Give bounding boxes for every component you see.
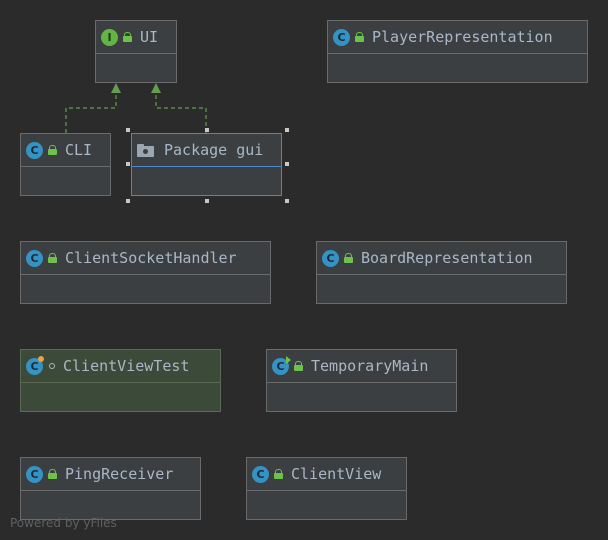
node-client-view[interactable]: C ClientView (246, 457, 407, 520)
interface-icon: I (101, 28, 118, 46)
class-icon: C (26, 465, 43, 483)
node-temporary-main-name: TemporaryMain (311, 357, 429, 375)
node-ui-name: UI (140, 28, 159, 46)
edge-cli-implements-ui (65, 92, 117, 133)
class-icon: C (333, 28, 350, 46)
node-ui-header: I UI (96, 21, 176, 54)
node-temporary-main-header: C TemporaryMain (267, 350, 456, 383)
node-ping-receiver-name: PingReceiver (65, 465, 174, 483)
resize-handle-se[interactable] (285, 199, 289, 203)
node-client-socket-handler-header: C ClientSocketHandler (21, 242, 270, 275)
node-player-representation-name: PlayerRepresentation (372, 28, 553, 46)
resize-handle-s[interactable] (205, 199, 209, 203)
edge-gui-implements-ui (155, 92, 207, 133)
node-board-representation[interactable]: C BoardRepresentation (316, 241, 567, 304)
node-client-view-test-body (21, 383, 220, 411)
test-class-icon: C (26, 355, 44, 375)
node-board-representation-header: C BoardRepresentation (317, 242, 566, 275)
public-lock-icon (355, 32, 364, 42)
class-icon: C (252, 465, 269, 483)
node-client-view-test-name: ClientViewTest (63, 357, 190, 375)
class-icon: C (26, 249, 43, 267)
node-client-view-header: C ClientView (247, 458, 406, 491)
node-package-gui-header: Package gui (132, 134, 281, 167)
node-player-representation[interactable]: C PlayerRepresentation (327, 20, 588, 83)
public-lock-icon (48, 469, 57, 479)
resize-handle-w[interactable] (126, 162, 130, 166)
resize-handle-nw[interactable] (126, 128, 130, 132)
arrowhead-cli-ui (111, 83, 121, 93)
node-ui-body (96, 54, 176, 82)
node-client-view-name: ClientView (291, 465, 382, 483)
node-board-representation-body (317, 275, 566, 303)
node-ping-receiver[interactable]: C PingReceiver (20, 457, 201, 520)
public-lock-icon (48, 145, 57, 155)
arrowhead-gui-ui (151, 83, 161, 93)
node-cli-name: CLI (65, 141, 93, 159)
resize-handle-n[interactable] (205, 128, 209, 132)
public-lock-icon (48, 253, 57, 263)
resize-handle-ne[interactable] (285, 128, 289, 132)
node-client-view-test[interactable]: C ClientViewTest (20, 349, 221, 412)
node-ping-receiver-header: C PingReceiver (21, 458, 200, 491)
node-package-gui-name: Package gui (164, 141, 264, 159)
class-icon: C (26, 141, 43, 159)
node-package-gui[interactable]: Package gui (131, 133, 282, 196)
powered-by-watermark: Powered by yFiles (10, 516, 117, 530)
node-cli-body (21, 167, 110, 195)
node-client-socket-handler-body (21, 275, 270, 303)
node-ui[interactable]: I UI (95, 20, 177, 83)
node-client-view-body (247, 491, 406, 519)
node-board-representation-name: BoardRepresentation (361, 249, 533, 267)
node-client-socket-handler-name: ClientSocketHandler (65, 249, 237, 267)
node-temporary-main-body (267, 383, 456, 411)
node-player-representation-header: C PlayerRepresentation (328, 21, 587, 54)
node-cli-header: C CLI (21, 134, 110, 167)
node-temporary-main[interactable]: C TemporaryMain (266, 349, 457, 412)
resize-handle-e[interactable] (285, 162, 289, 166)
public-lock-icon (123, 32, 132, 42)
node-cli[interactable]: C CLI (20, 133, 111, 196)
public-lock-icon (294, 361, 303, 371)
node-client-socket-handler[interactable]: C ClientSocketHandler (20, 241, 271, 304)
node-player-representation-body (328, 54, 587, 82)
resize-handle-sw[interactable] (126, 199, 130, 203)
package-private-icon (49, 363, 55, 369)
runnable-class-icon: C (272, 355, 291, 375)
node-package-gui-body (132, 167, 281, 195)
node-client-view-test-header: C ClientViewTest (21, 350, 220, 383)
public-lock-icon (274, 469, 283, 479)
public-lock-icon (344, 253, 353, 263)
node-ping-receiver-body (21, 491, 200, 519)
folder-icon (137, 143, 154, 157)
class-icon: C (322, 249, 339, 267)
